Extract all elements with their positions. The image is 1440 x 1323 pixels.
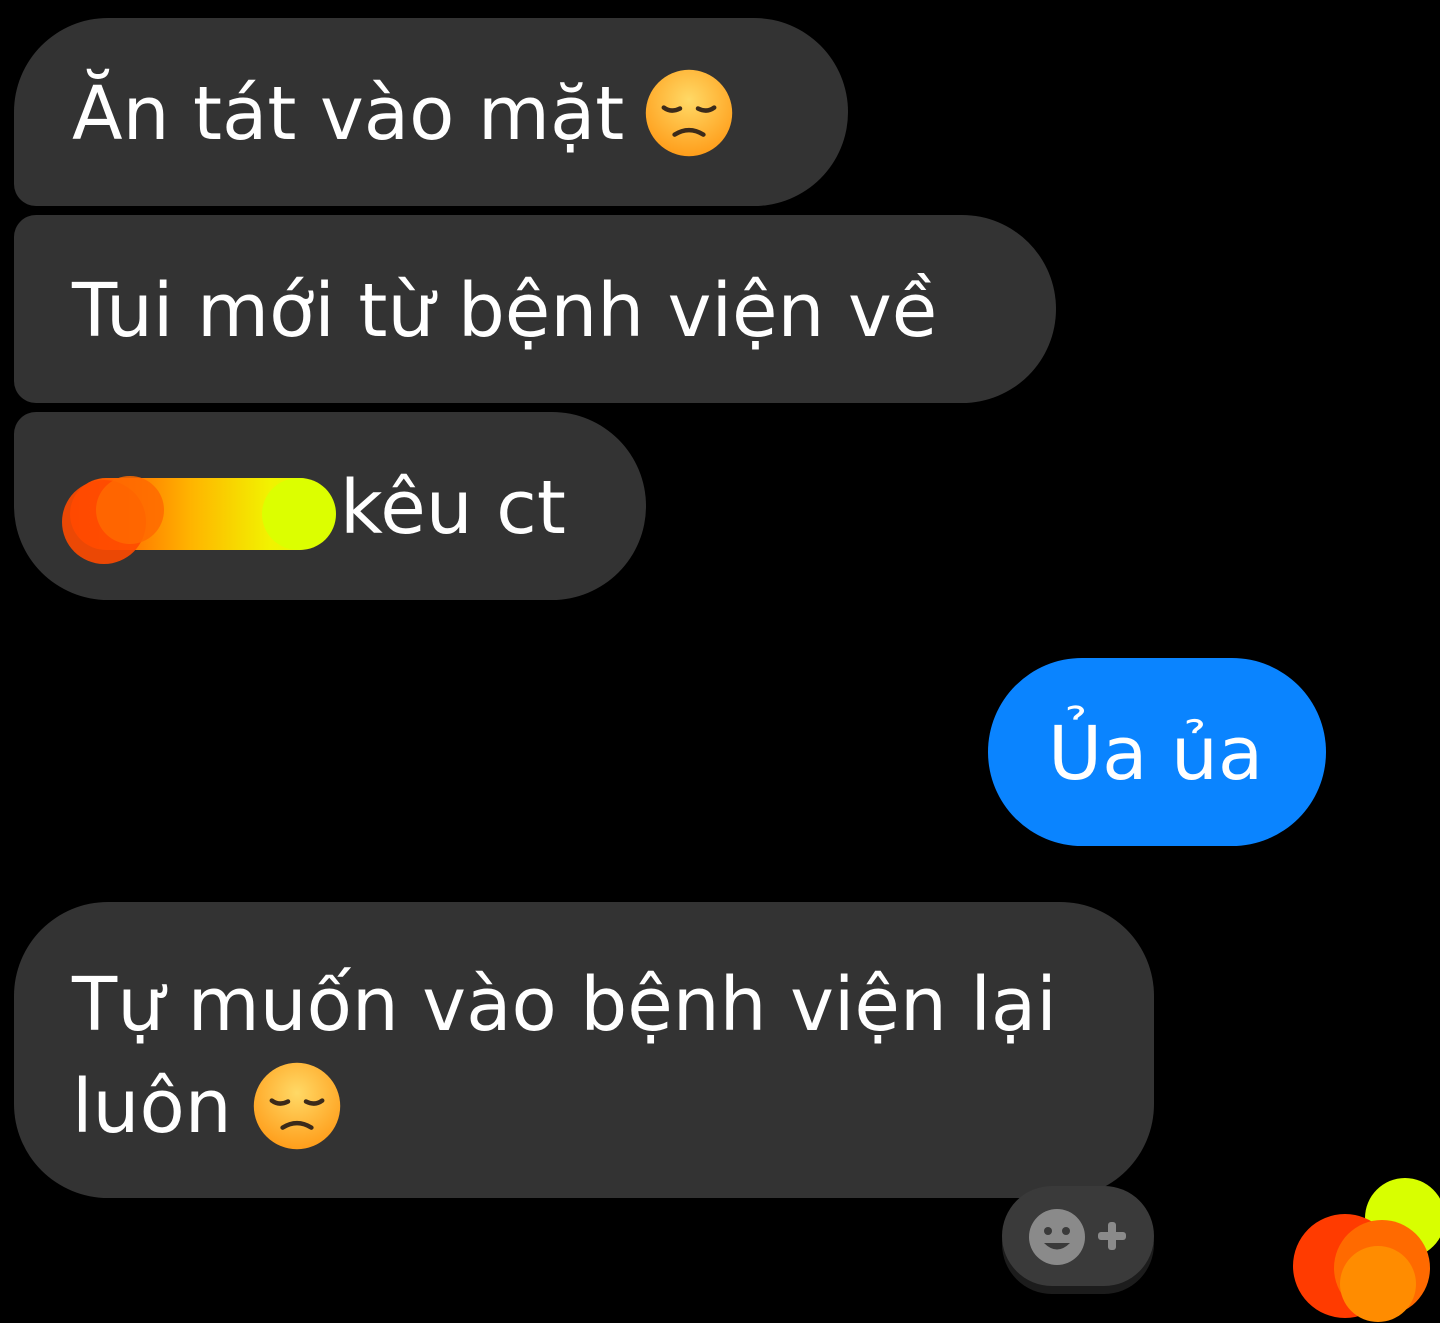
message-text-line-2: luôn bbox=[72, 1064, 232, 1150]
redacted-avatar bbox=[1293, 1178, 1440, 1322]
disappointed-face-icon bbox=[646, 70, 733, 157]
smiley-icon bbox=[1029, 1209, 1085, 1265]
message-bubble-1[interactable]: Ăn tát vào mặt bbox=[14, 18, 848, 206]
redaction-scribble bbox=[62, 476, 336, 564]
message-bubble-4[interactable]: Ủa ủa bbox=[988, 658, 1326, 846]
add-reaction-button[interactable] bbox=[1002, 1186, 1154, 1286]
message-text: Ủa ủa bbox=[1048, 711, 1264, 797]
message-text: kêu ct bbox=[340, 465, 566, 551]
message-text: Tui mới từ bệnh viện về bbox=[72, 268, 938, 354]
plus-icon bbox=[1098, 1222, 1126, 1250]
message-bubble-5[interactable]: Tự muốn vào bệnh viện lại luôn bbox=[14, 902, 1154, 1198]
message-text: Ăn tát vào mặt bbox=[72, 71, 625, 157]
message-bubble-2[interactable]: Tui mới từ bệnh viện về bbox=[14, 215, 1056, 403]
message-text-line-1: Tự muốn vào bệnh viện lại bbox=[72, 962, 1057, 1048]
disappointed-face-icon bbox=[253, 1063, 340, 1150]
